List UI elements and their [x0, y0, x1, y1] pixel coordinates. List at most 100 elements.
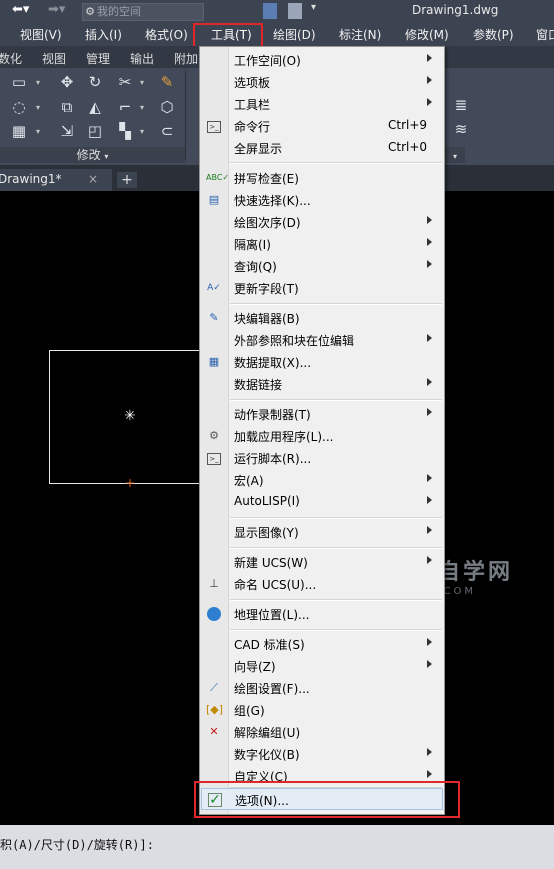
command-line[interactable]: 积(A)/尺寸(D)/旋转(R)]: [0, 825, 554, 869]
scale-icon[interactable]: ◰ [86, 122, 104, 140]
stretch-icon[interactable]: ⇲ [58, 122, 76, 140]
menu-item-group[interactable]: [◆] 组(G) [201, 699, 443, 721]
ellipse-icon[interactable]: ◌ [10, 98, 28, 116]
menu-item-command-line[interactable]: >_ 命令行 Ctrl+9 [201, 115, 443, 137]
explode-icon[interactable]: ⬡ [158, 98, 176, 116]
quick-access-toolbar: ⬅▾ ➡▾ ⚙ 我的空间 ▾ Drawing1.dwg [0, 0, 554, 22]
menu-item-run-script[interactable]: >_ 运行脚本(R)... [201, 447, 443, 469]
redo-icon[interactable]: ➡▾ [48, 2, 65, 17]
menu-item-geographic-location[interactable]: 地理位置(L)... [201, 603, 443, 625]
mirror-icon[interactable]: ◭ [86, 98, 104, 116]
offset-icon[interactable]: ⊂ [158, 122, 176, 140]
menu-item-quick-select[interactable]: ▤ 快速选择(K)... [201, 189, 443, 211]
menu-item-block-editor[interactable]: ✎ 块编辑器(B) [201, 307, 443, 329]
menu-draw[interactable]: 绘图(D) [273, 26, 316, 43]
tab-addins[interactable]: 附加 [174, 50, 198, 67]
submenu-arrow-icon [427, 660, 432, 668]
hatch-icon[interactable]: ▦ [10, 122, 28, 140]
spell-check-icon: ABC✓ [206, 173, 230, 182]
file-tab-drawing1[interactable]: Drawing1* × [0, 169, 112, 191]
modify-panel-title[interactable]: 修改 ▾ [0, 147, 185, 163]
menu-view[interactable]: 视图(V) [20, 26, 62, 43]
menu-item-ungroup[interactable]: ✕ 解除编组(U) [201, 721, 443, 743]
run-script-icon: >_ [207, 453, 221, 465]
menu-item-draw-order[interactable]: 绘图次序(D) [201, 211, 443, 233]
menu-item-label: 外部参照和块在位编辑 [234, 334, 355, 348]
menu-item-data-links[interactable]: 数据链接 [201, 373, 443, 395]
fillet-icon[interactable]: ⌐ [116, 98, 134, 116]
menu-item-new-ucs[interactable]: 新建 UCS(W) [201, 551, 443, 573]
chevron-down-icon[interactable]: ▾ [311, 2, 316, 13]
trim-icon[interactable]: ✂ [116, 73, 134, 91]
menu-item-data-extraction[interactable]: ▦ 数据提取(X)... [201, 351, 443, 373]
submenu-arrow-icon [427, 260, 432, 268]
menu-item-label: 查询(Q) [234, 260, 277, 274]
menu-item-label: 运行脚本(R)... [234, 452, 312, 466]
menu-item-label: 地理位置(L)... [234, 608, 310, 622]
menu-item-label: 宏(A) [234, 474, 264, 488]
menu-item-inquiry[interactable]: 查询(Q) [201, 255, 443, 277]
crosshair-cursor-icon: ✳ [124, 408, 136, 424]
menu-item-action-recorder[interactable]: 动作录制器(T) [201, 403, 443, 425]
menu-item-cad-standards[interactable]: CAD 标准(S) [201, 633, 443, 655]
chevron-down-icon[interactable]: ▾ [140, 78, 144, 87]
chevron-down-icon[interactable]: ▾ [140, 127, 144, 136]
menu-item-label: 隔离(I) [234, 238, 271, 252]
tab-manage[interactable]: 管理 [86, 50, 110, 67]
submenu-arrow-icon [427, 474, 432, 482]
share-icon[interactable] [263, 3, 277, 19]
rectangle-icon[interactable]: ▭ [10, 73, 28, 91]
menu-modify[interactable]: 修改(M) [405, 26, 449, 43]
menu-item-isolate[interactable]: 隔离(I) [201, 233, 443, 255]
menu-item-toolbars[interactable]: 工具栏 [201, 93, 443, 115]
chevron-down-icon[interactable]: ▾ [140, 103, 144, 112]
chevron-down-icon[interactable]: ▾ [36, 103, 40, 112]
menu-item-clean-screen[interactable]: 全屏显示 Ctrl+0 [201, 137, 443, 159]
submenu-arrow-icon [427, 98, 432, 106]
layers-panel-expander[interactable]: ▾ [445, 147, 465, 163]
erase-icon[interactable]: ✎ [158, 73, 176, 91]
chevron-down-icon[interactable]: ▾ [36, 127, 40, 136]
menu-item-shortcut: Ctrl+0 [388, 140, 428, 154]
close-icon[interactable]: × [88, 172, 98, 186]
copy-icon[interactable]: ⧉ [58, 98, 76, 116]
menu-item-autolisp[interactable]: AutoLISP(I) [201, 491, 443, 513]
menu-item-macro[interactable]: 宏(A) [201, 469, 443, 491]
undo-icon[interactable]: ⬅▾ [12, 2, 29, 17]
menu-item-update-fields[interactable]: A✓ 更新字段(T) [201, 277, 443, 299]
grip-marker-icon: + [125, 476, 136, 490]
chevron-down-icon: ▾ [452, 152, 457, 161]
menu-parametric[interactable]: 参数(P) [473, 26, 514, 43]
drafting-settings-icon: ⟋ [210, 681, 218, 694]
menu-item-wizards[interactable]: 向导(Z) [201, 655, 443, 677]
menu-window[interactable]: 窗口 [536, 26, 554, 43]
tab-parametric[interactable]: 数化 [0, 50, 22, 67]
submenu-arrow-icon [427, 748, 432, 756]
rotate-icon[interactable]: ↻ [86, 73, 104, 91]
layer-properties-icon[interactable]: ≣ [452, 96, 470, 114]
menu-item-palettes[interactable]: 选项板 [201, 71, 443, 93]
menu-item-xref-edit[interactable]: 外部参照和块在位编辑 [201, 329, 443, 351]
menu-item-drafting-settings[interactable]: ⟋ 绘图设置(F)... [201, 677, 443, 699]
menu-item-label: 命令行 [234, 120, 271, 134]
menu-item-workspaces[interactable]: 工作空间(O) [201, 49, 443, 71]
chevron-down-icon[interactable]: ▾ [36, 78, 40, 87]
menu-item-shortcut: Ctrl+9 [388, 118, 428, 132]
menu-item-load-application[interactable]: ⚙ 加载应用程序(L)... [201, 425, 443, 447]
menu-insert[interactable]: 插入(I) [85, 26, 122, 43]
tab-output[interactable]: 输出 [130, 50, 154, 67]
group-icon: [◆] [206, 703, 224, 716]
menu-item-tablet[interactable]: 数字化仪(B) [201, 743, 443, 765]
publish-icon[interactable] [288, 3, 302, 19]
move-icon[interactable]: ✥ [58, 73, 76, 91]
array-icon[interactable]: ▚ [116, 122, 134, 140]
match-layer-icon[interactable]: ≋ [452, 120, 470, 138]
tab-view[interactable]: 视图 [42, 50, 66, 67]
menu-item-spelling[interactable]: ABC✓ 拼写检查(E) [201, 167, 443, 189]
menu-dimension[interactable]: 标注(N) [339, 26, 381, 43]
workspace-combo[interactable]: ⚙ 我的空间 [82, 3, 204, 21]
menu-item-named-ucs[interactable]: ⊥ 命名 UCS(U)... [201, 573, 443, 595]
menu-format[interactable]: 格式(O) [145, 26, 188, 43]
menu-item-display-image[interactable]: 显示图像(Y) [201, 521, 443, 543]
new-tab-button[interactable]: + [117, 172, 137, 188]
